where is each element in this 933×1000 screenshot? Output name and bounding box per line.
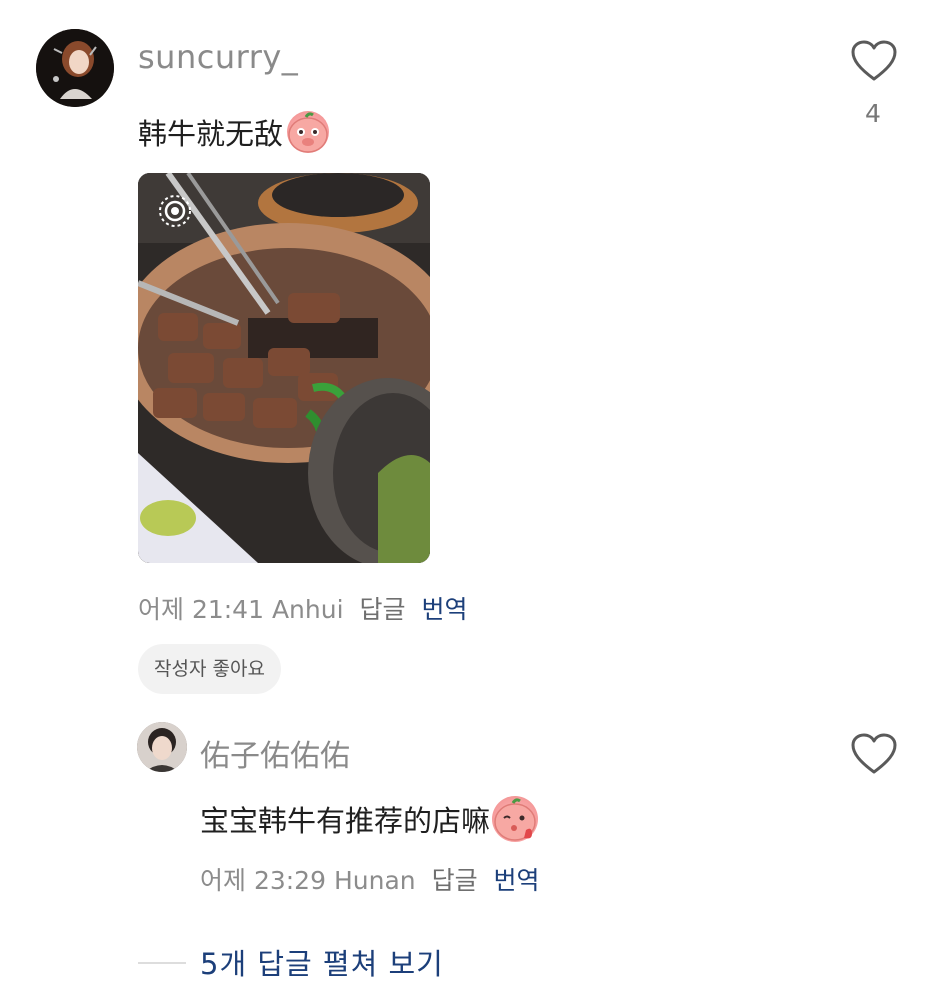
comment-text-row: 韩牛就无敌 — [138, 111, 330, 153]
comment-photo[interactable] — [138, 173, 430, 563]
reply-meta: 어제 23:29 Hunan 답글 번역 — [200, 861, 540, 897]
reply-reply-link[interactable]: 답글 — [432, 866, 478, 895]
comment-time: 어제 21:41 — [138, 595, 264, 624]
reply-avatar[interactable] — [137, 722, 187, 772]
reply-link[interactable]: 답글 — [360, 595, 406, 624]
reply-username[interactable]: 佑子佑佑佑 — [200, 731, 350, 775]
expand-divider — [138, 962, 186, 964]
live-photo-icon[interactable] — [158, 194, 192, 228]
comment-meta: 어제 21:41 Anhui 답글 번역 — [138, 590, 467, 626]
comment-username[interactable]: suncurry_ — [138, 38, 298, 76]
comment-location: Anhui — [271, 595, 344, 624]
avatar[interactable] — [36, 29, 114, 107]
reply-translate-link[interactable]: 번역 — [494, 866, 540, 895]
reply-text-row: 宝宝韩牛有推荐的店嘛 — [200, 796, 539, 842]
translate-link[interactable]: 번역 — [421, 595, 467, 624]
comment-text: 韩牛就无敌 — [138, 117, 284, 151]
author-liked-badge: 작성자 좋아요 — [138, 644, 281, 694]
reply-location: Hunan — [333, 866, 416, 895]
reply-like-heart-icon[interactable] — [851, 733, 897, 775]
shy-peach-emoji-icon — [287, 111, 330, 153]
reply-time: 어제 23:29 — [200, 866, 326, 895]
avatar-portrait — [36, 29, 114, 107]
expand-replies-button[interactable]: 5개 답글 펼쳐 보기 — [200, 941, 444, 983]
kiss-peach-emoji-icon — [492, 796, 539, 842]
reply-text: 宝宝韩牛有推荐的店嘛 — [200, 804, 491, 838]
like-count: 4 — [865, 99, 881, 128]
like-heart-icon[interactable] — [851, 40, 897, 82]
